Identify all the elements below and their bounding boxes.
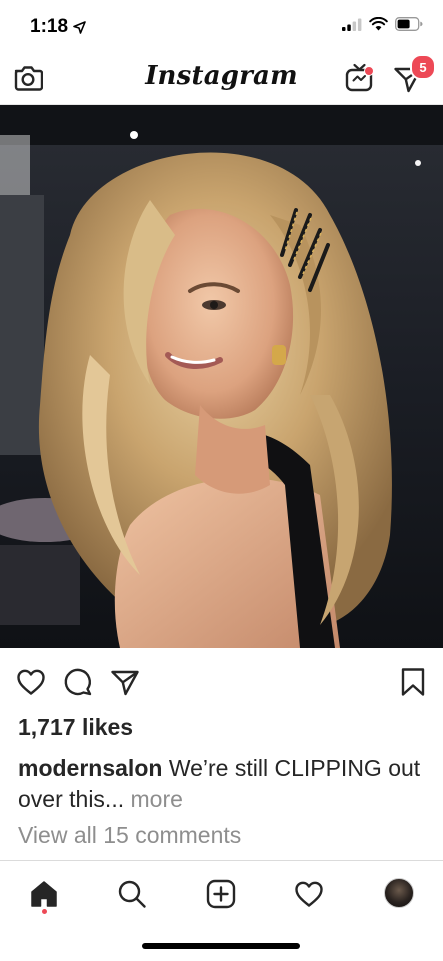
share-button[interactable] <box>110 667 140 697</box>
nav-home-button[interactable] <box>27 877 61 911</box>
home-icon <box>31 881 57 907</box>
photo-icon <box>0 105 443 648</box>
nav-search-button[interactable] <box>115 877 149 911</box>
bookmark-icon <box>401 668 425 696</box>
comment-button[interactable] <box>63 667 93 697</box>
likes-count[interactable]: 1,717 likes <box>18 714 133 741</box>
post-action-bar <box>0 658 443 710</box>
home-active-dot <box>42 909 47 914</box>
wifi-icon <box>369 17 388 31</box>
nav-activity-button[interactable] <box>292 877 326 911</box>
profile-avatar[interactable] <box>384 878 414 908</box>
home-indicator[interactable] <box>142 943 300 949</box>
post-photo[interactable] <box>0 105 443 648</box>
share-icon <box>111 670 139 696</box>
caption-more-link[interactable]: more <box>131 786 183 812</box>
instagram-logo: Instagram <box>145 61 298 91</box>
app-header: Instagram <box>0 52 443 105</box>
status-time: 1:18 <box>30 16 69 37</box>
add-post-icon <box>206 879 236 909</box>
activity-heart-icon <box>295 881 323 907</box>
cellular-signal-icon <box>342 18 362 31</box>
nav-add-post-button[interactable] <box>204 877 238 911</box>
view-comments-link[interactable]: View all 15 comments <box>18 822 241 849</box>
location-arrow-icon <box>73 20 86 34</box>
igtv-button[interactable] <box>344 62 376 94</box>
like-button[interactable] <box>16 667 46 697</box>
status-icons <box>342 17 423 31</box>
status-time-group: 1:18 <box>30 16 86 38</box>
status-bar: 1:18 <box>0 0 443 52</box>
igtv-notification-dot <box>364 66 374 76</box>
search-icon <box>118 880 146 908</box>
comment-icon <box>64 668 92 696</box>
heart-icon <box>17 669 45 695</box>
caption-username[interactable]: modernsalon <box>18 755 162 781</box>
post-caption: modernsalon We’re still CLIPPING out ove… <box>18 753 428 815</box>
bookmark-button[interactable] <box>398 667 428 697</box>
battery-icon <box>395 17 423 31</box>
direct-message-badge: 5 <box>410 54 436 80</box>
